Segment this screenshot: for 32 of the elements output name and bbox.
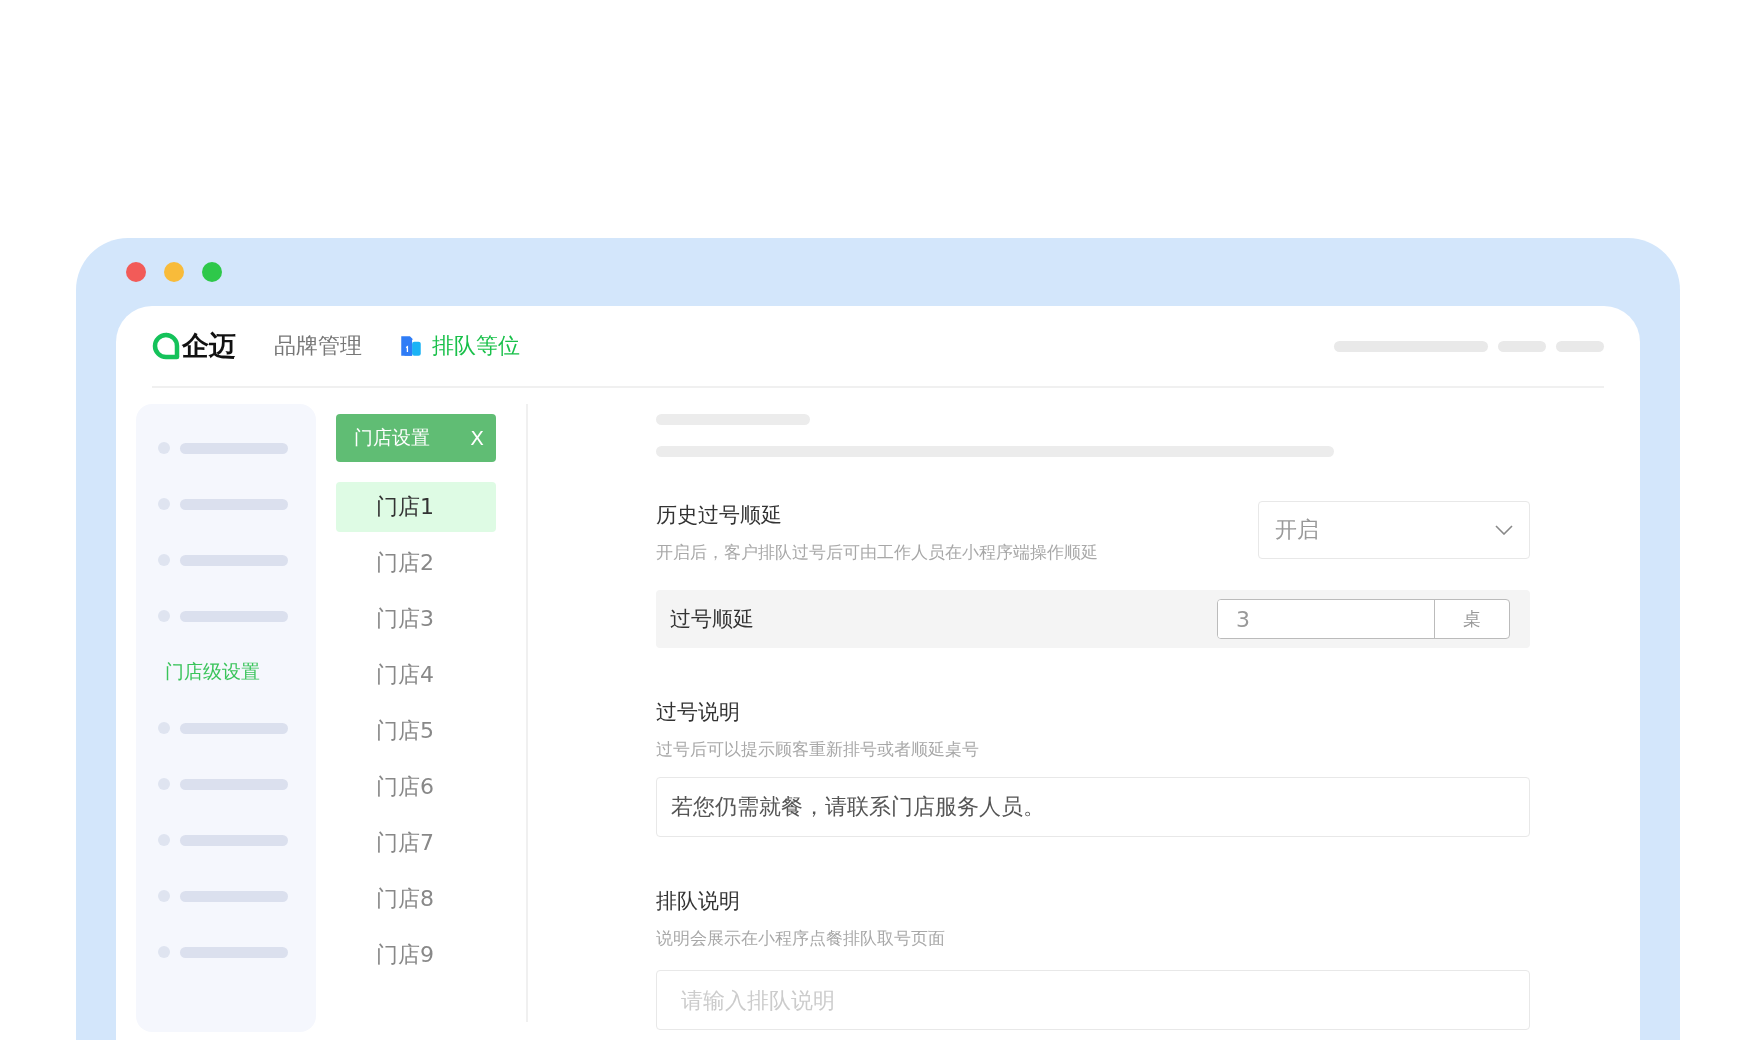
sidebar-link[interactable]: 门店级设置: [165, 659, 260, 685]
store-item[interactable]: 门店4: [336, 650, 496, 700]
chevron-down-icon: [1495, 525, 1513, 535]
maximize-dot[interactable]: [202, 262, 222, 282]
delay-label: 过号顺延: [670, 606, 754, 633]
nav-tab[interactable]: 排队等位: [398, 331, 520, 361]
number-field[interactable]: 3 桌: [1217, 599, 1510, 639]
unit-label: 桌: [1462, 607, 1482, 631]
store-settings-tab[interactable]: 门店设置 X: [336, 414, 496, 462]
close-dot[interactable]: [126, 262, 146, 282]
store-item[interactable]: 门店6: [336, 762, 496, 812]
nav-tab[interactable]: 品牌管理: [274, 331, 362, 361]
setting-title: 排队说明: [656, 888, 741, 915]
text-field[interactable]: 若您仍需就餐，请联系门店服务人员。: [656, 777, 1530, 837]
logo-text: 企迈: [182, 329, 236, 363]
store-item[interactable]: 门店1: [336, 482, 496, 532]
setting-title: 过号说明: [656, 699, 741, 726]
setting-description: 说明会展示在小程序点餐排队取号页面: [656, 927, 946, 950]
store-item[interactable]: 门店9: [336, 930, 496, 980]
dropdown[interactable]: 开启: [1258, 501, 1530, 559]
setting-description: 开启后，客户排队过号后可由工作人员在小程序端操作顺延: [656, 541, 1098, 564]
store-item[interactable]: 门店5: [336, 706, 496, 756]
store-item[interactable]: 门店2: [336, 538, 496, 588]
setting-title: 历史过号顺延: [656, 502, 783, 529]
store-item[interactable]: 门店8: [336, 874, 496, 924]
setting-description: 过号后可以提示顾客重新排号或者顺延桌号: [656, 738, 980, 761]
store-item[interactable]: 门店3: [336, 594, 496, 644]
minimize-dot[interactable]: [164, 262, 184, 282]
tab-label: 门店设置: [354, 425, 430, 450]
close-button[interactable]: X: [470, 426, 484, 450]
store-item[interactable]: 门店7: [336, 818, 496, 868]
logo-q-icon: [152, 332, 180, 360]
